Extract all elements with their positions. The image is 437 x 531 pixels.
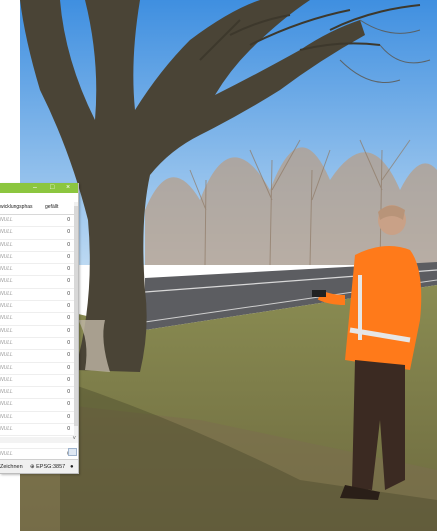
table-cell: 0 <box>67 278 70 285</box>
table-cell: 0 <box>67 266 70 273</box>
table-cell: NULL <box>0 217 13 223</box>
status-bar: Zeichnen ⊕ EPSG:3857 ● <box>0 459 78 473</box>
table-cell: NULL <box>0 290 13 297</box>
table-row[interactable]: NULL 0 <box>0 276 74 289</box>
table-row[interactable]: NULL 0 <box>0 412 74 425</box>
table-row[interactable]: NULL 0 <box>0 313 74 326</box>
column-header[interactable]: wicklungsphas <box>0 204 33 210</box>
table-cell: NULL <box>0 389 13 396</box>
attribute-table-window: – □ × wicklungsphas gefällt NULL 0 NULL 0 … <box>0 183 79 474</box>
tablet <box>312 290 326 297</box>
window-titlebar: – □ × <box>0 183 78 193</box>
table-row[interactable]: NULL 0 <box>0 363 74 375</box>
table-row[interactable]: NULL 0 <box>0 289 74 302</box>
epsg-label: EPSG:3857 <box>36 464 66 470</box>
draw-label[interactable]: Zeichnen <box>0 460 23 473</box>
minimize-icon[interactable]: – <box>33 183 37 193</box>
table-cell: 0 <box>67 401 70 408</box>
message-icon[interactable]: ● <box>70 460 74 473</box>
table-cell: 0 <box>67 315 70 322</box>
table-row[interactable]: NULL 0 <box>0 264 74 277</box>
table-cell: NULL <box>0 352 13 359</box>
table-cell: 0 <box>67 253 70 260</box>
table-cell: 0 <box>67 426 70 433</box>
table-cell: NULL <box>0 426 13 433</box>
table-cell: NULL <box>0 327 13 334</box>
table-body: NULL 0 NULL 0 NULL 0 NULL 0 NULL 0 NULL 0 NULL… <box>0 215 74 461</box>
close-icon[interactable]: × <box>66 183 70 193</box>
orange-jacket <box>345 246 422 370</box>
table-header: wicklungsphas gefällt <box>0 202 74 215</box>
table-row[interactable]: NULL 0 <box>0 399 74 412</box>
table-row[interactable]: NULL 0 <box>0 240 74 252</box>
table-cell: NULL <box>0 253 13 260</box>
maximize-icon[interactable]: □ <box>50 183 54 193</box>
table-row[interactable]: NULL 0 <box>0 424 74 437</box>
column-header[interactable]: gefällt <box>45 204 58 210</box>
table-cell: 0 <box>67 352 70 359</box>
table-options-button[interactable] <box>68 448 77 456</box>
epsg-readout[interactable]: ⊕ EPSG:3857 <box>30 460 66 473</box>
table-cell: 0 <box>67 339 70 346</box>
scrollbar-thumb[interactable] <box>74 206 78 426</box>
table-row[interactable]: NULL 0 <box>0 215 74 228</box>
table-cell: 0 <box>67 413 70 420</box>
table-cell: 0 <box>67 376 70 383</box>
table-cell: NULL <box>0 303 13 310</box>
table-cell: 0 <box>67 217 70 223</box>
table-cell: NULL <box>0 413 13 420</box>
table-cell: NULL <box>0 450 13 457</box>
table-cell: 0 <box>67 327 70 334</box>
table-row[interactable]: NULL 0 <box>0 375 74 388</box>
table-cell: 0 <box>67 241 70 248</box>
vertical-scrollbar[interactable] <box>74 202 78 440</box>
table-cell: 0 <box>67 303 70 310</box>
table-row[interactable]: NULL 0 <box>0 338 74 351</box>
table-row[interactable]: NULL 0 <box>0 301 74 314</box>
table-row[interactable]: NULL 0 <box>0 227 74 240</box>
table-cell: 0 <box>67 389 70 396</box>
table-cell: 0 <box>67 229 70 236</box>
globe-icon: ⊕ <box>30 464 35 470</box>
table-cell: NULL <box>0 401 13 408</box>
table-row[interactable]: NULL 0 <box>0 350 74 363</box>
table-cell: NULL <box>0 278 13 285</box>
table-cell: NULL <box>0 266 13 273</box>
table-cell: 0 <box>67 290 70 297</box>
table-cell: NULL <box>0 241 13 248</box>
table-cell: NULL <box>0 229 13 236</box>
horizontal-scrollbar[interactable]: ˅ <box>0 436 78 443</box>
table-cell: 0 <box>67 364 70 371</box>
table-cell: NULL <box>0 364 13 371</box>
table-cell: NULL <box>0 339 13 346</box>
table-cell: NULL <box>0 315 13 322</box>
table-row[interactable]: NULL 0 <box>0 326 74 338</box>
table-row[interactable]: NULL 0 <box>0 387 74 400</box>
chevron-down-icon[interactable]: ˅ <box>72 436 76 442</box>
table-row[interactable]: NULL 0 <box>0 252 74 265</box>
table-cell: NULL <box>0 376 13 383</box>
